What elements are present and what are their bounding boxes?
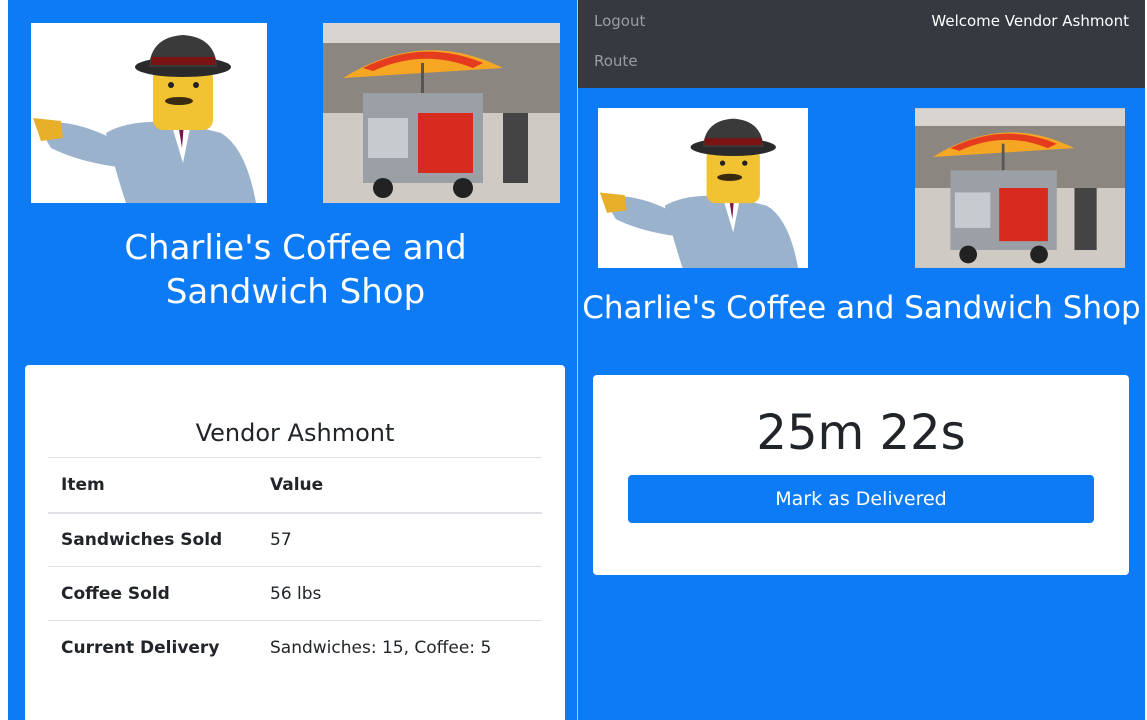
vendor-stats-card: Vendor Ashmont Item Value Sandwiches Sol…	[25, 365, 565, 720]
row-label: Current Delivery	[61, 637, 220, 658]
left-page: Charlie's Coffee and Sandwich Shop Vendo…	[8, 0, 577, 720]
hot-dog-cart-photo	[323, 23, 560, 203]
row-label: Coffee Sold	[48, 566, 257, 621]
shop-title: Charlie's Coffee and Sandwich Shop	[582, 290, 1141, 326]
table-row: Sandwiches Sold 57	[48, 512, 542, 567]
col-header-value: Value	[257, 457, 542, 514]
hot-dog-cart-photo	[915, 108, 1125, 268]
vendor-stats-table: Item Value Sandwiches Sold 57 Coffee Sol…	[48, 457, 542, 675]
row-value: Sandwiches: 15, Coffee: 5	[270, 637, 492, 658]
right-window: Logout Route Welcome Vendor Ashmont Char…	[578, 0, 1145, 720]
left-window: Charlie's Coffee and Sandwich Shop Vendo…	[0, 0, 577, 720]
table-row: Current Delivery Sandwiches: 15, Coffee:…	[48, 621, 542, 675]
navbar: Logout Route Welcome Vendor Ashmont	[578, 0, 1145, 88]
welcome-text: Welcome Vendor Ashmont	[931, 12, 1129, 30]
mascot-logo	[598, 108, 808, 268]
row-value: 56 lbs	[257, 566, 542, 621]
vendor-name-heading: Vendor Ashmont	[195, 419, 395, 447]
logout-link[interactable]: Logout	[594, 12, 645, 30]
col-header-item: Item	[48, 457, 257, 514]
delivery-timer: 25m 22s	[756, 405, 966, 461]
row-value: 57	[257, 512, 542, 567]
row-label: Sandwiches Sold	[48, 512, 257, 567]
shop-title: Charlie's Coffee and Sandwich Shop	[124, 228, 467, 312]
route-link[interactable]: Route	[594, 52, 638, 70]
mark-delivered-button[interactable]: Mark as Delivered	[628, 475, 1094, 523]
table-row: Coffee Sold 56 lbs	[48, 566, 542, 621]
mascot-logo	[31, 23, 267, 203]
delivery-card: 25m 22s Mark as Delivered	[593, 375, 1129, 575]
